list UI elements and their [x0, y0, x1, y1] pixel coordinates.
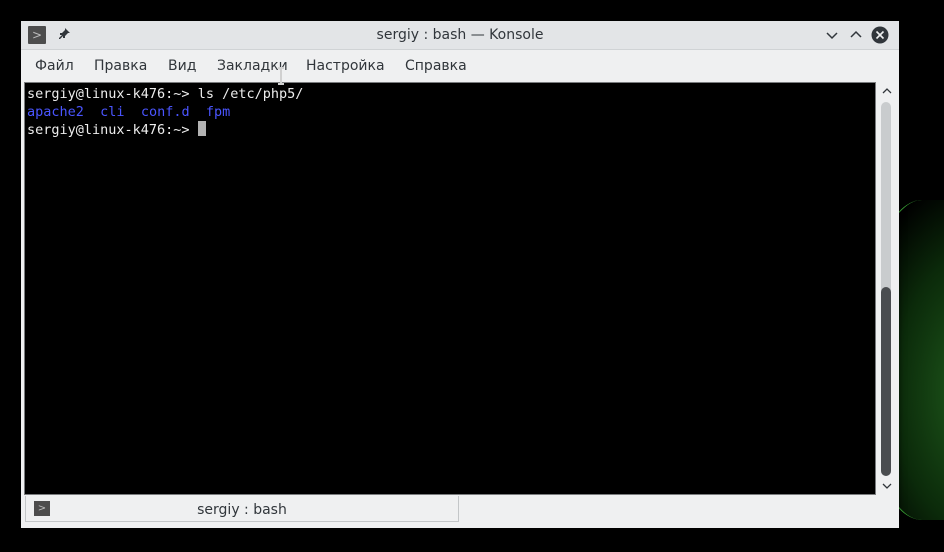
mouse-ibeam-cursor	[278, 67, 284, 85]
terminal-line: sergiy@linux-k476:~>	[27, 121, 875, 139]
scrollbar-thumb[interactable]	[881, 287, 891, 476]
maximize-button[interactable]	[847, 26, 865, 44]
menu-settings[interactable]: Настройка	[306, 58, 385, 74]
menu-edit[interactable]: Правка	[94, 58, 147, 74]
command-text: ls /etc/php5/	[197, 86, 304, 102]
terminal-line: apache2 cli conf.d fpm	[27, 103, 875, 121]
dir-entry: fpm	[205, 104, 231, 120]
window-title: sergiy : bash — Konsole	[376, 27, 544, 43]
text-cursor	[197, 121, 206, 136]
tab-label: sergiy : bash	[197, 502, 287, 518]
close-button[interactable]	[871, 26, 889, 44]
menu-bar: Файл Правка Вид Закладки Настройка Справ…	[21, 50, 899, 82]
shell-prompt: sergiy@linux-k476:~>	[27, 122, 198, 138]
scroll-down-arrow-icon[interactable]	[881, 481, 893, 491]
dir-entry: apache2	[27, 104, 84, 120]
menu-help[interactable]: Справка	[405, 58, 467, 74]
dir-entry: conf.d	[140, 104, 190, 120]
terminal-line: sergiy@linux-k476:~> ls /etc/php5/	[27, 85, 875, 103]
terminal-output[interactable]: sergiy@linux-k476:~> ls /etc/php5/apache…	[24, 82, 876, 495]
title-bar[interactable]: > sergiy : bash — Konsole	[21, 21, 899, 50]
dir-entry: cli	[100, 104, 125, 120]
menu-view[interactable]: Вид	[168, 58, 196, 74]
scroll-up-arrow-icon[interactable]	[881, 86, 893, 96]
menu-file[interactable]: Файл	[35, 58, 74, 74]
vertical-scrollbar[interactable]	[877, 82, 897, 495]
shell-prompt: sergiy@linux-k476:~>	[27, 86, 198, 102]
tab-sergiy-bash[interactable]: > sergiy : bash	[25, 496, 459, 522]
tab-bar: > sergiy : bash	[21, 496, 899, 528]
minimize-button[interactable]	[823, 26, 841, 44]
konsole-window: > sergiy : bash — Konsole Файл Правка Ви…	[21, 21, 899, 528]
